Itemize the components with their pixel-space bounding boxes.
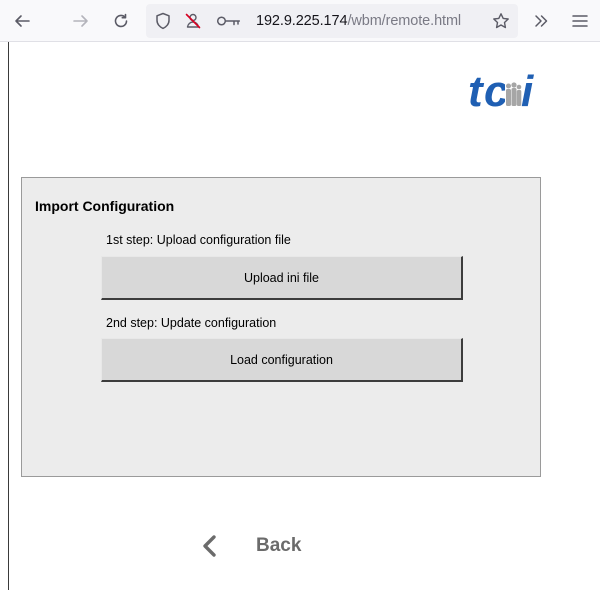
step1-label: 1st step: Upload configuration file: [106, 233, 291, 247]
forward-arrow-icon[interactable]: [66, 0, 96, 42]
url-text[interactable]: 192.9.225.174/wbm/remote.html: [256, 4, 461, 38]
panel-title: Import Configuration: [35, 198, 175, 214]
blocked-permission-icon[interactable]: [180, 4, 206, 38]
upload-ini-file-button[interactable]: Upload ini file: [101, 256, 463, 300]
tci-logo: t c i: [466, 58, 544, 116]
back-arrow-icon[interactable]: [4, 0, 40, 42]
svg-text:i: i: [521, 67, 534, 114]
chevron-left-icon: [203, 535, 216, 557]
step2-label: 2nd step: Update configuration: [106, 316, 277, 330]
import-configuration-panel: Import Configuration 1st step: Upload co…: [21, 177, 541, 477]
page-edge-line: [8, 42, 9, 590]
reload-icon[interactable]: [106, 0, 136, 42]
url-path: /wbm/remote.html: [347, 13, 462, 29]
key-icon[interactable]: [212, 4, 246, 38]
url-host: 192.9.225.174: [256, 13, 348, 29]
chevron-double-right-icon[interactable]: [527, 0, 555, 42]
back-label: Back: [256, 535, 302, 556]
load-configuration-button[interactable]: Load configuration: [101, 338, 463, 382]
browser-toolbar: 192.9.225.174/wbm/remote.html: [0, 0, 600, 42]
svg-text:t: t: [468, 67, 485, 114]
shield-icon[interactable]: [150, 4, 176, 38]
svg-text:c: c: [484, 67, 508, 114]
hamburger-menu-icon[interactable]: [566, 0, 594, 42]
url-bar[interactable]: 192.9.225.174/wbm/remote.html: [146, 4, 518, 38]
star-icon[interactable]: [488, 4, 514, 38]
back-button[interactable]: Back: [196, 528, 301, 564]
